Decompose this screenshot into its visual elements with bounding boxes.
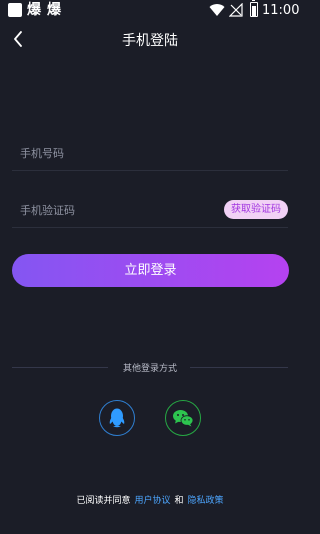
app-notification-icon <box>8 3 22 17</box>
code-field: 获取验证码 <box>12 192 288 228</box>
wechat-icon <box>173 410 194 427</box>
phone-field <box>12 135 288 171</box>
login-screen: 爆 爆 11:00 手机登陆 获取验证码 立即登录 其他登录方式 <box>0 0 300 534</box>
agreement-and: 和 <box>174 496 184 506</box>
status-time: 11:00 <box>262 3 300 18</box>
battery-icon <box>250 0 258 17</box>
divider <box>190 367 288 368</box>
verification-code-input[interactable] <box>20 192 220 228</box>
notification-icon: 爆 <box>27 2 41 18</box>
header: 手机登陆 <box>0 22 300 56</box>
qq-icon <box>109 408 125 428</box>
user-agreement-link[interactable]: 用户协议 <box>134 496 170 506</box>
privacy-policy-link[interactable]: 隐私政策 <box>188 496 224 506</box>
qq-login-button[interactable] <box>99 400 135 436</box>
wechat-login-button[interactable] <box>165 400 201 436</box>
phone-input[interactable] <box>20 135 220 171</box>
notification-icon: 爆 <box>47 2 61 18</box>
login-button[interactable]: 立即登录 <box>12 254 289 287</box>
agreement-text: 已阅读并同意 用户协议和隐私政策 <box>0 493 300 506</box>
wifi-icon <box>209 4 225 17</box>
status-bar: 爆 爆 11:00 <box>0 0 300 22</box>
no-signal-icon <box>229 3 243 17</box>
agreement-prefix: 已阅读并同意 <box>76 496 131 506</box>
page-title: 手机登陆 <box>122 33 178 49</box>
get-code-button[interactable]: 获取验证码 <box>224 200 288 219</box>
